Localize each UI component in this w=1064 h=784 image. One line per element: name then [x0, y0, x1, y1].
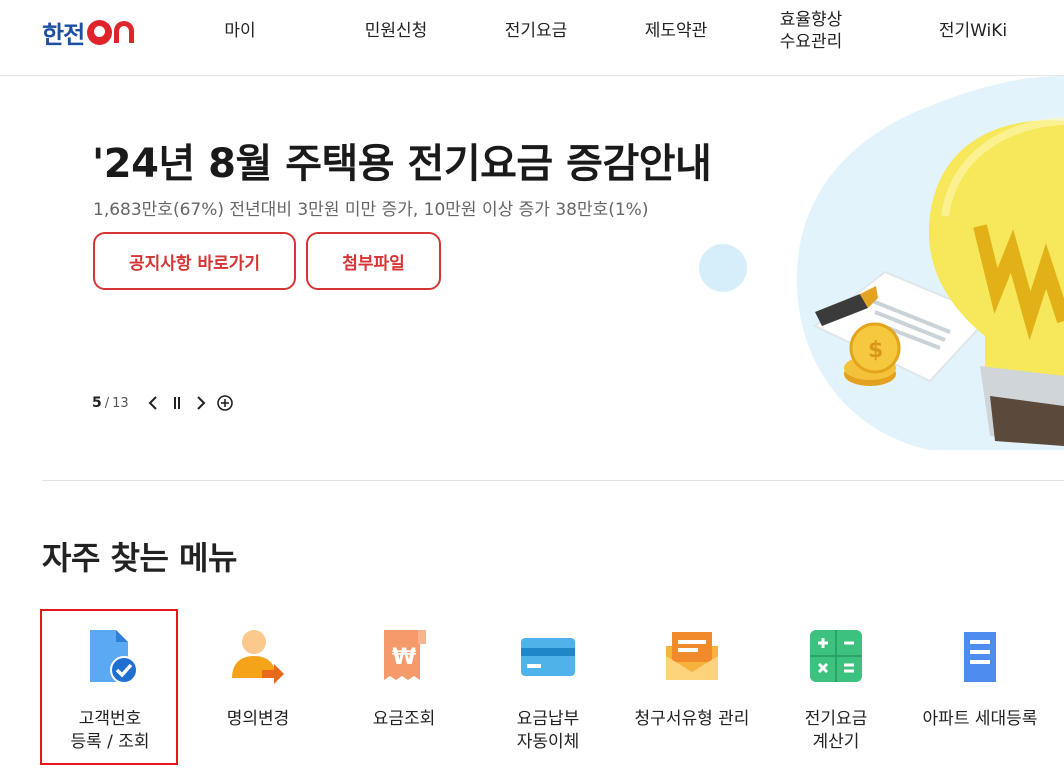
nav-civil-request[interactable]: 민원신청	[346, 0, 446, 62]
receipt-won-icon: ₩	[384, 630, 426, 680]
hero-title: '24년 8월 주택용 전기요금 증감안내	[92, 141, 712, 187]
nav-electric-bill[interactable]: 전기요금	[486, 0, 586, 62]
menu-label: 고객번호 등록 / 조회	[70, 709, 150, 752]
menu-label: 요금납부 자동이체	[516, 709, 580, 752]
logo-on-mark	[87, 19, 135, 45]
menu-billing-type[interactable]: 청구서유형 관리	[624, 610, 760, 760]
pager-total: 13	[112, 395, 129, 411]
menu-label: 명의변경	[226, 709, 290, 729]
apartment-icon	[964, 632, 996, 682]
nav-terms[interactable]: 제도약관	[626, 0, 726, 62]
prev-icon[interactable]	[145, 395, 161, 411]
nav-wiki[interactable]: 전기WiKi	[923, 0, 1023, 62]
pause-icon[interactable]	[169, 395, 185, 411]
menu-bill-inquiry[interactable]: ₩ 요금조회	[336, 610, 472, 760]
plus-circle-icon[interactable]	[216, 395, 233, 411]
kepco-on-logo[interactable]: 한전	[42, 17, 135, 49]
menu-label: 청구서유형 관리	[634, 709, 750, 729]
menu-autopay[interactable]: 요금납부 자동이체	[480, 610, 616, 760]
pager-separator: /	[104, 395, 110, 411]
pager-current: 5	[92, 395, 102, 411]
next-icon[interactable]	[193, 395, 209, 411]
menu-name-change[interactable]: 명의변경	[190, 610, 326, 760]
notice-link-button[interactable]: 공지사항 바로가기	[93, 232, 296, 290]
hero-illustration: $	[699, 76, 1064, 450]
logo-text: 한전	[42, 20, 85, 49]
attachment-button[interactable]: 첨부파일	[306, 232, 441, 290]
person-transfer-icon	[232, 630, 284, 684]
svg-text:₩: ₩	[392, 645, 416, 670]
section-title: 자주 찾는 메뉴	[42, 539, 237, 577]
nav-my[interactable]: 마이	[190, 0, 290, 62]
menu-label: 아파트 세대등록	[922, 709, 1038, 729]
envelope-icon	[666, 632, 718, 680]
nav-efficiency[interactable]: 효율향상 수요관리	[761, 0, 861, 62]
menu-label: 요금조회	[372, 709, 436, 729]
document-check-icon	[90, 630, 138, 684]
svg-text:$: $	[868, 338, 883, 363]
section-divider	[42, 480, 1064, 481]
hero-subtitle: 1,683만호(67%) 전년대비 3만원 미만 증가, 10만원 이상 증가 …	[93, 200, 649, 220]
menu-bill-calculator[interactable]: 전기요금 계산기	[768, 610, 904, 760]
header: 한전 마이 민원신청 전기요금 제도약관 효율향상 수요관리 전기WiKi	[0, 0, 1064, 76]
menu-customer-number[interactable]: 고객번호 등록 / 조회	[42, 610, 178, 760]
card-icon	[521, 638, 575, 676]
calculator-icon	[810, 630, 862, 682]
slider-controls: 5 / 13	[92, 395, 233, 411]
menu-label: 전기요금 계산기	[804, 709, 868, 752]
menu-apartment-register[interactable]: 아파트 세대등록	[912, 610, 1048, 760]
